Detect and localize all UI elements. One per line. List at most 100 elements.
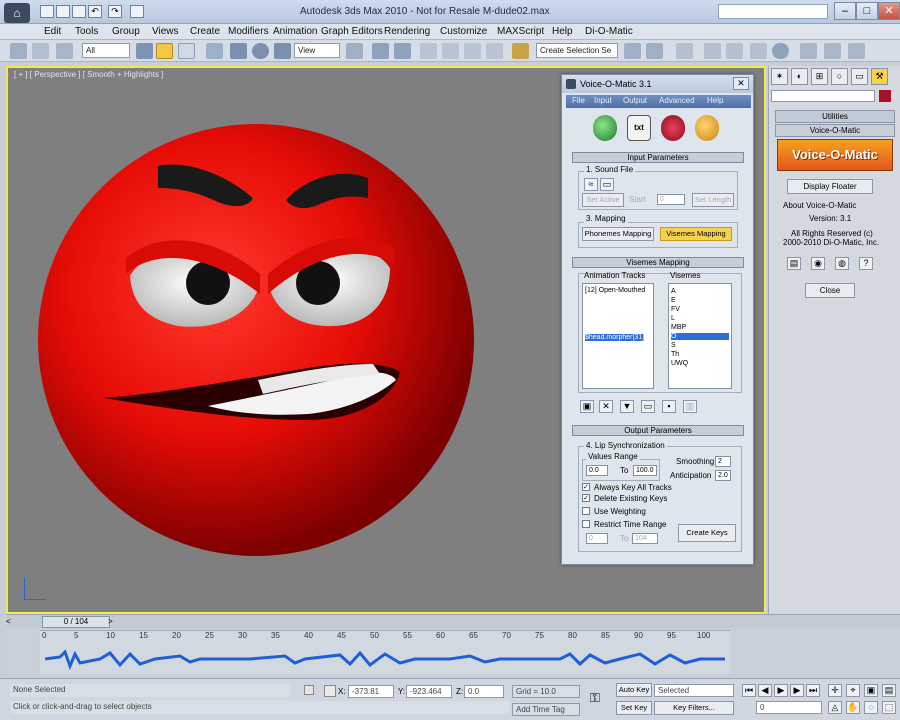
menu-rendering[interactable]: Rendering — [384, 26, 430, 37]
display-floater-button[interactable]: Display Floater — [787, 179, 873, 194]
menu-di-o-matic[interactable]: Di-O-Matic — [585, 26, 633, 37]
globe-icon[interactable]: ◍ — [835, 257, 849, 270]
hierarchy-tab-icon[interactable]: ⊞ — [811, 68, 828, 85]
waveform-icon[interactable]: ≈ — [584, 178, 598, 191]
select-object-icon[interactable] — [136, 43, 153, 59]
dialog-menu-file[interactable]: File — [572, 96, 585, 105]
always-key-checkbox[interactable]: ✓ — [582, 483, 590, 491]
modify-tab-icon[interactable]: ◐ — [791, 68, 808, 85]
pan-icon[interactable]: ✋ — [846, 701, 860, 714]
x-coordinate-field[interactable]: -373.81 — [348, 685, 394, 698]
mirror-icon[interactable] — [624, 43, 641, 59]
utilities-rollout[interactable]: Utilities — [775, 110, 895, 123]
material-editor-icon[interactable] — [772, 43, 789, 59]
viseme-item[interactable]: S — [671, 342, 676, 349]
minimize-button[interactable]: – — [834, 2, 856, 20]
menu-group[interactable]: Group — [112, 26, 140, 37]
project-folder-icon[interactable] — [130, 5, 144, 18]
time-slider-thumb[interactable]: 0 / 104 — [42, 616, 110, 628]
scale-icon[interactable] — [274, 43, 291, 59]
y-coordinate-field[interactable]: -923.464 — [406, 685, 452, 698]
output-parameters-header[interactable]: Output Parameters — [572, 425, 744, 436]
range-from-field[interactable]: 0.0 — [586, 465, 608, 476]
key-icon[interactable]: ⚿ — [590, 691, 612, 705]
spinner-snap-icon[interactable] — [486, 43, 503, 59]
viseme-item[interactable]: Th — [671, 351, 679, 358]
input-globe-icon[interactable] — [593, 115, 617, 141]
viseme-item[interactable]: L — [671, 315, 675, 322]
viseme-item[interactable]: UWQ — [671, 360, 688, 367]
maximize-button[interactable]: □ — [856, 2, 878, 20]
delete-keys-checkbox[interactable]: ✓ — [582, 494, 590, 502]
track-item[interactable]: $head.morpher[31] — [585, 334, 645, 341]
magnify-icon[interactable] — [695, 115, 719, 141]
plugin-rollout[interactable]: Voice-O-Matic — [775, 124, 895, 137]
track-item[interactable]: [12] Open-Mouthed — [585, 287, 645, 294]
viseme-item-selected[interactable]: O — [671, 333, 729, 340]
open-folder-icon[interactable]: ▭ — [600, 178, 614, 191]
angle-snap-icon[interactable] — [442, 43, 459, 59]
bind-space-warp-icon[interactable] — [56, 43, 73, 59]
restrict-from-field[interactable]: 0 — [586, 533, 608, 544]
lock-selection-icon[interactable] — [304, 685, 314, 695]
smoothing-field[interactable]: 2 — [715, 456, 731, 467]
slider-right-arrow-icon[interactable]: > — [108, 617, 118, 626]
viseme-item[interactable]: MBP — [671, 324, 686, 331]
undo-icon[interactable]: ↶ — [88, 5, 102, 18]
viseme-item[interactable]: FV — [671, 306, 680, 313]
input-parameters-header[interactable]: Input Parameters — [572, 152, 744, 163]
close-plugin-button[interactable]: Close — [805, 283, 855, 298]
dialog-menu-advanced[interactable]: Advanced — [659, 96, 695, 105]
add-time-tag-button[interactable]: Add Time Tag — [512, 703, 580, 716]
object-color-swatch[interactable] — [879, 90, 891, 102]
create-tab-icon[interactable]: ✶ — [771, 68, 788, 85]
range-to-field[interactable]: 100.0 — [633, 465, 657, 476]
set-key-button[interactable]: Set Key — [616, 701, 652, 715]
anticipation-field[interactable]: 2.0 — [715, 470, 731, 481]
close-window-button[interactable]: ✕ — [878, 2, 900, 20]
auto-key-button[interactable]: Auto Key — [616, 683, 652, 697]
render-production-icon[interactable] — [848, 43, 865, 59]
dialog-close-button[interactable]: ✕ — [733, 77, 749, 90]
key-mode-dropdown[interactable]: Selected — [654, 684, 734, 697]
object-name-field[interactable] — [771, 90, 875, 102]
move-icon[interactable] — [230, 43, 247, 59]
rotate-icon[interactable] — [252, 43, 269, 59]
set-length-button[interactable]: Set Length — [692, 193, 734, 207]
app-logo-icon[interactable]: ⌂ — [4, 3, 30, 23]
animation-tracks-list[interactable]: [12] Open-Mouthed $head.morpher[31] — [582, 283, 654, 389]
menu-animation[interactable]: Animation — [273, 26, 317, 37]
selection-filter-dropdown[interactable]: All — [82, 43, 130, 58]
viseme-item[interactable]: A — [671, 288, 676, 295]
keyboard-shortcut-icon[interactable] — [394, 43, 411, 59]
visemes-list[interactable]: A E FV L MBP O S Th UWQ — [668, 283, 732, 389]
settings-icon[interactable]: ▥ — [683, 400, 697, 413]
viseme-item[interactable]: E — [671, 297, 676, 304]
filter-icon[interactable]: ▼ — [620, 400, 634, 413]
goto-start-icon[interactable]: ⏮ — [742, 684, 756, 697]
dialog-menu-help[interactable]: Help — [707, 96, 723, 105]
save-mapping-icon[interactable]: ▣ — [580, 400, 594, 413]
visemes-mapping-header[interactable]: Visemes Mapping — [572, 257, 744, 268]
percent-snap-icon[interactable] — [464, 43, 481, 59]
doc-icon[interactable]: ▤ — [787, 257, 801, 270]
rendered-frame-icon[interactable] — [824, 43, 841, 59]
new-file-icon[interactable] — [40, 5, 54, 18]
display-tab-icon[interactable]: ▭ — [851, 68, 868, 85]
create-keys-button[interactable]: Create Keys — [678, 524, 736, 542]
set-active-button[interactable]: Set Active — [582, 193, 624, 207]
named-selection-dropdown[interactable]: Create Selection Se — [536, 43, 618, 58]
curve-editor-icon[interactable] — [726, 43, 743, 59]
menu-customize[interactable]: Customize — [440, 26, 487, 37]
render-setup-icon[interactable] — [800, 43, 817, 59]
motion-tab-icon[interactable]: ○ — [831, 68, 848, 85]
zoom-extents-icon[interactable]: ▣ — [864, 684, 878, 697]
layer-manager-icon[interactable] — [676, 43, 693, 59]
field-of-view-icon[interactable]: ◬ — [828, 701, 842, 714]
utilities-tab-icon[interactable]: ⚒ — [871, 68, 888, 85]
time-slider[interactable]: 0 / 104 < > — [6, 614, 900, 628]
reference-coord-dropdown[interactable]: View — [294, 43, 340, 58]
window-crossing-icon[interactable] — [206, 43, 223, 59]
select-manipulate-icon[interactable] — [372, 43, 389, 59]
edit-named-sets-icon[interactable] — [512, 43, 529, 59]
